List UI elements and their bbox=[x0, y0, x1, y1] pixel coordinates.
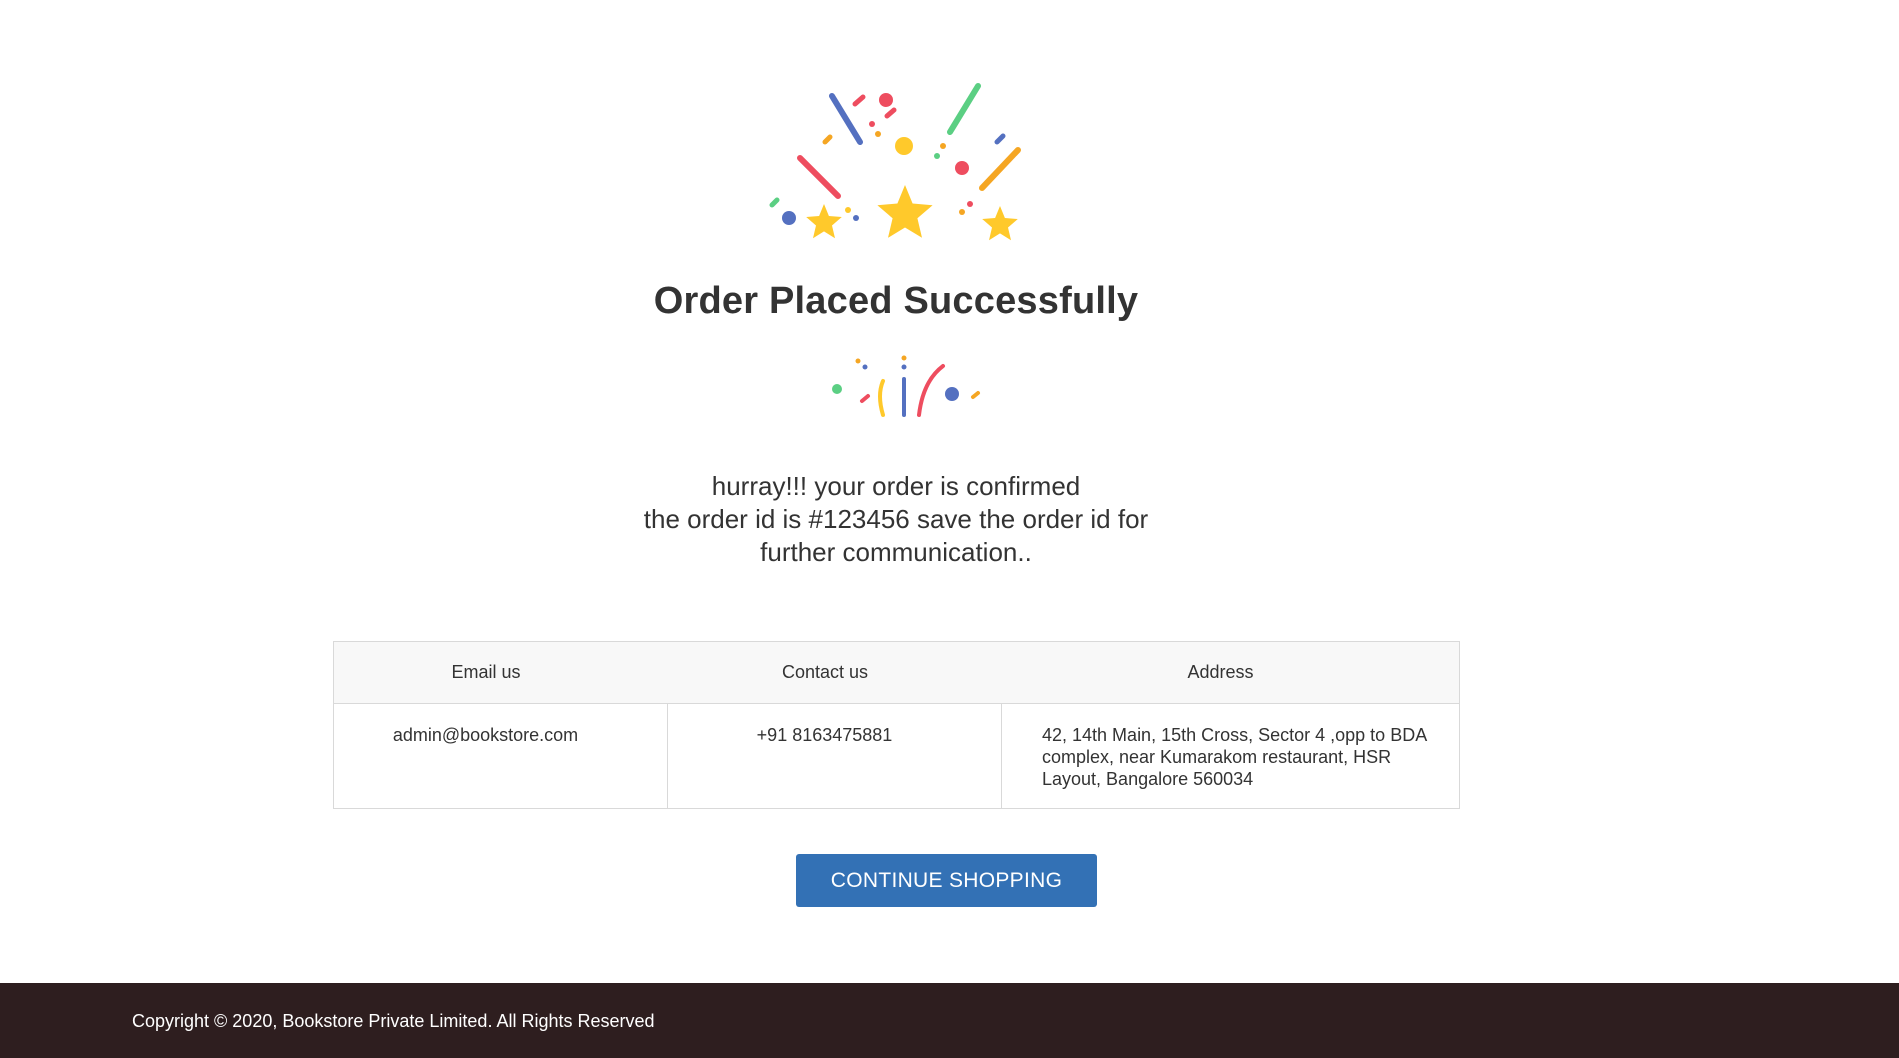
message-line: the order id is #123456 save the order i… bbox=[643, 504, 1149, 534]
contact-header: Contact us bbox=[781, 662, 869, 682]
confetti-stars-icon bbox=[769, 83, 1021, 241]
contact-info-table: Email us Contact us Address admin@bookst… bbox=[333, 641, 1460, 809]
address-value: 42, 14th Main, 15th Cross, Sector 4 ,opp… bbox=[1042, 725, 1427, 789]
contact-value: +91 8163475881 bbox=[668, 704, 1002, 808]
copyright-text: Copyright © 2020, Bookstore Private Limi… bbox=[132, 1011, 655, 1031]
email-value: admin@bookstore.com bbox=[334, 704, 668, 808]
message-line: hurray!!! your order is confirmed bbox=[711, 471, 1081, 501]
table-row: admin@bookstore.com +91 8163475881 42, 1… bbox=[334, 704, 1459, 808]
order-success-page: Order Placed Successfully hurray!!! your… bbox=[0, 0, 1899, 1058]
confetti-burst-icon bbox=[832, 355, 980, 417]
footer: Copyright © 2020, Bookstore Private Limi… bbox=[0, 983, 1899, 1058]
email-header: Email us bbox=[451, 662, 521, 682]
table-header-row: Email us Contact us Address bbox=[334, 642, 1459, 704]
confirmation-message: hurray!!! your order is confirmed the or… bbox=[0, 470, 1792, 569]
message-line: further communication.. bbox=[760, 537, 1032, 567]
continue-shopping-button[interactable]: CONTINUE SHOPPING bbox=[796, 854, 1097, 907]
page-title: Order Placed Successfully bbox=[653, 280, 1139, 322]
address-header: Address bbox=[1187, 662, 1254, 682]
